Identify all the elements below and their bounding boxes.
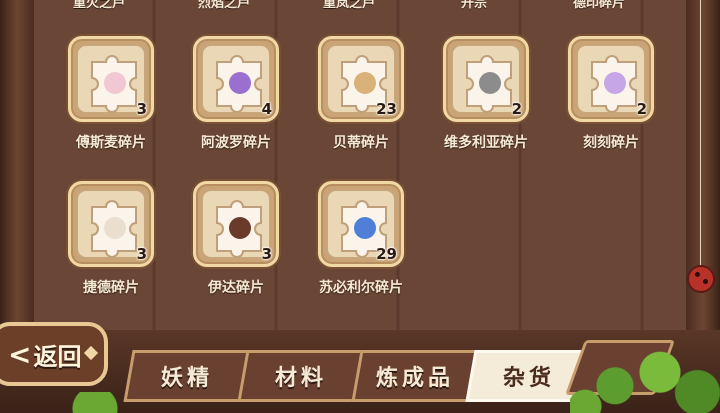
back-button-label: 返回 <box>33 342 82 371</box>
item-card[interactable]: 4 阿波罗碎片 <box>176 36 296 176</box>
item-count: 2 <box>511 100 522 118</box>
chevron-left-icon: < <box>8 337 32 371</box>
item-card[interactable]: 23 贝蒂碎片 <box>301 36 421 176</box>
top-label: 重岚之芦 <box>322 0 375 11</box>
item-tile: 29 <box>318 181 404 267</box>
item-name: 维多利亚碎片 <box>444 135 528 151</box>
tab-label: 杂货 <box>502 366 555 391</box>
item-tile: 2 <box>443 36 529 122</box>
item-card[interactable]: 3 伊达碎片 <box>176 181 296 321</box>
item-tile: 4 <box>193 36 279 122</box>
item-name: 捷德碎片 <box>83 280 139 296</box>
item-name: 伊达碎片 <box>208 280 264 296</box>
item-card[interactable]: 2 维多利亚碎片 <box>426 36 546 176</box>
item-gem <box>104 72 126 94</box>
item-count: 3 <box>136 100 147 118</box>
item-name: 阿波罗碎片 <box>201 135 271 151</box>
item-name: 刻刻碎片 <box>583 135 639 151</box>
diamond-icon <box>83 345 99 361</box>
item-count: 3 <box>136 245 147 263</box>
item-tile: 3 <box>193 181 279 267</box>
item-card[interactable]: 3 捷德碎片 <box>51 181 171 321</box>
item-count: 2 <box>636 100 647 118</box>
item-count: 29 <box>376 245 397 263</box>
item-card[interactable]: 2 刻刻碎片 <box>551 36 671 176</box>
tab-crafted[interactable]: 炼成品 <box>351 350 479 402</box>
item-name: 苏必利尔碎片 <box>319 280 403 296</box>
tab-label: 炼成品 <box>375 366 454 391</box>
leaves-decoration <box>570 345 720 413</box>
item-count: 23 <box>376 100 397 118</box>
item-tile: 3 <box>68 181 154 267</box>
item-card[interactable]: 3 傅斯麦碎片 <box>51 36 171 176</box>
item-count: 3 <box>261 245 272 263</box>
item-name: 贝蒂碎片 <box>333 135 389 151</box>
top-label: 烈焰之芦 <box>197 0 250 11</box>
tab-fairy[interactable]: 妖精 <box>123 350 251 402</box>
top-label: 重火之芦 <box>72 0 125 11</box>
item-name: 傅斯麦碎片 <box>76 135 146 151</box>
leaves-decoration <box>60 392 130 413</box>
item-tile: 23 <box>318 36 404 122</box>
ladybug-thread <box>700 0 701 266</box>
back-button[interactable]: < 返回 <box>0 322 108 386</box>
top-row-cut-labels: 重火之芦 烈焰之芦 重岚之芦 开宗 德印碎片 <box>34 0 686 11</box>
top-label: 德印碎片 <box>572 0 625 11</box>
item-card[interactable]: 29 苏必利尔碎片 <box>301 181 421 321</box>
tab-label: 妖精 <box>160 366 213 391</box>
item-count: 4 <box>261 100 272 118</box>
item-tile: 2 <box>568 36 654 122</box>
tab-label: 材料 <box>274 366 327 391</box>
ladybug-scroll-handle[interactable] <box>687 265 715 293</box>
top-label: 开宗 <box>460 0 487 11</box>
item-tile: 3 <box>68 36 154 122</box>
tab-materials[interactable]: 材料 <box>237 350 365 402</box>
